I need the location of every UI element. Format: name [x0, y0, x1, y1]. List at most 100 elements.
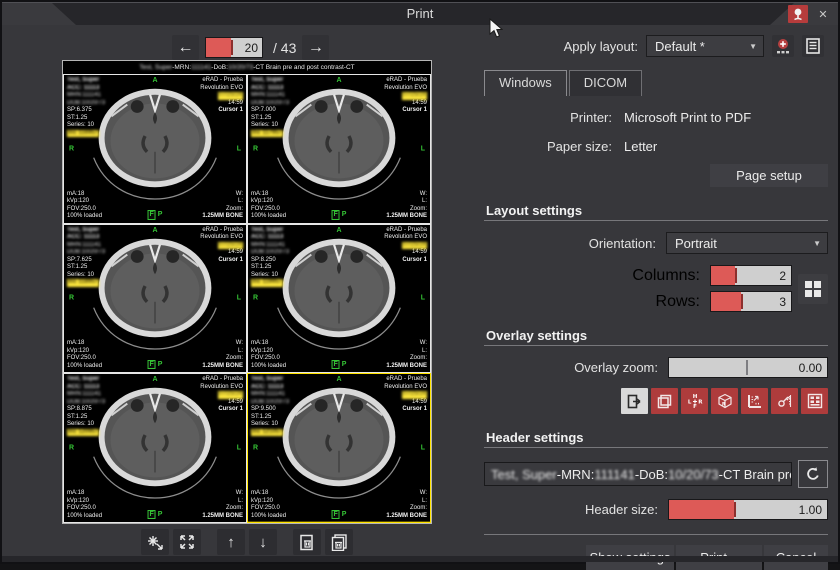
- overlay-zoom-slider[interactable]: 0.00: [668, 357, 828, 378]
- tab-windows[interactable]: Windows: [484, 70, 567, 96]
- svg-text:L: L: [687, 399, 691, 405]
- dropdown-chevron-icon: ▼: [813, 239, 821, 248]
- header-settings-section: Header settings Test, Super-MRN:111141-D…: [484, 430, 828, 520]
- grid-layout-icon: [804, 280, 822, 298]
- preview-cell[interactable]: Test, Super ACC: 11113 MRN:111141 DOB:10…: [63, 74, 247, 224]
- tab-bar: Windows DICOM: [484, 70, 828, 96]
- tab-dicom[interactable]: DICOM: [569, 70, 642, 96]
- delete-all-pages-button[interactable]: [325, 529, 353, 555]
- apply-layout-group: Apply layout: Default * ▼: [564, 35, 824, 57]
- dialog-title: Print: [2, 6, 838, 21]
- orientation-dropdown[interactable]: Portrait ▼: [666, 232, 828, 254]
- preview-cell[interactable]: Test, Super ACC: 11113 MRN:111141 DOB:10…: [63, 224, 247, 374]
- delete-page-button[interactable]: [293, 529, 321, 555]
- print-preview-page[interactable]: Test, Super-MRN:111141-DoB:10/20/73-CT B…: [62, 60, 432, 524]
- orientation-cube-icon: R: [717, 393, 733, 409]
- header-size-slider[interactable]: 1.00: [668, 499, 828, 520]
- exit-overlay-icon: [627, 394, 642, 409]
- svg-text:H: H: [692, 394, 697, 400]
- measure-key-toggle[interactable]: [771, 388, 798, 414]
- page-number-spinner[interactable]: 20: [205, 37, 263, 58]
- header-refresh-button[interactable]: [798, 460, 828, 488]
- close-button[interactable]: ✕: [814, 5, 832, 23]
- fit-to-screen-button[interactable]: [173, 529, 201, 555]
- rows-slider[interactable]: 3: [710, 291, 792, 312]
- move-page-down-button[interactable]: ↓: [249, 529, 277, 555]
- grid-table-toggle[interactable]: [801, 388, 828, 414]
- ct-slice-image: [248, 75, 430, 223]
- print-dialog: Print ✕ ← 20 / 43 →: [0, 0, 840, 564]
- next-page-button[interactable]: →: [302, 35, 329, 60]
- orientation-value: Portrait: [675, 236, 717, 251]
- columns-label: Columns:: [632, 267, 700, 285]
- corner-ruler-toggle[interactable]: [741, 388, 768, 414]
- orientation-letters-toggle[interactable]: H L R F: [681, 388, 708, 414]
- ct-slice-image: [248, 225, 430, 373]
- overlay-toggle-bar: H L R F R: [484, 388, 828, 414]
- header-size-value: 1.00: [799, 500, 822, 519]
- page-total: / 43: [273, 40, 296, 56]
- corner-ruler-icon: [747, 393, 763, 409]
- orientation-cube-toggle[interactable]: R: [711, 388, 738, 414]
- page-number-value: 20: [245, 38, 258, 57]
- preview-cell[interactable]: Test, Super ACC: 11113 MRN:111141 DOB:10…: [63, 373, 247, 523]
- refresh-icon: [805, 466, 821, 482]
- preview-cell[interactable]: Test, Super ACC: 11113 MRN:111141 DOB:10…: [247, 224, 431, 374]
- svg-text:R: R: [698, 399, 703, 405]
- preview-toolbar: ↑ ↓: [62, 529, 432, 555]
- stack-overlay-toggle[interactable]: [651, 388, 678, 414]
- grid-layout-button[interactable]: [798, 274, 828, 304]
- page-navigation: ← 20 / 43 →: [172, 35, 329, 60]
- fit-screen-icon: [179, 534, 195, 550]
- apply-layout-dropdown[interactable]: Default * ▼: [646, 35, 764, 57]
- prev-page-icon: ←: [178, 39, 194, 57]
- windowing-button[interactable]: [141, 529, 169, 555]
- layout-list-icon: [806, 38, 820, 54]
- preview-grid: Test, Super ACC: 11113 MRN:111141 DOB:10…: [63, 74, 431, 523]
- ct-slice-image: [64, 225, 246, 373]
- apply-layout-label: Apply layout:: [564, 39, 638, 54]
- paper-size-value: Letter: [624, 139, 657, 154]
- printer-label: Printer:: [484, 110, 612, 125]
- overlay-settings-title: Overlay settings: [486, 328, 828, 343]
- rows-value: 3: [779, 292, 786, 311]
- windowing-icon: [147, 534, 163, 550]
- layout-settings-title: Layout settings: [486, 203, 828, 218]
- header-settings-title: Header settings: [486, 430, 828, 445]
- ct-slice-image: [248, 374, 430, 522]
- orientation-letters-icon: H L R F: [687, 393, 703, 409]
- layout-list-button[interactable]: [802, 35, 824, 57]
- apply-layout-value: Default *: [655, 39, 705, 54]
- next-page-icon: →: [308, 39, 324, 57]
- page-setup-button[interactable]: Page setup: [710, 164, 828, 187]
- header-size-label: Header size:: [585, 502, 658, 517]
- delete-all-pages-icon: [331, 534, 348, 551]
- grid-table-icon: [807, 393, 823, 409]
- ct-slice-image: [64, 75, 246, 223]
- close-icon: ✕: [818, 8, 827, 21]
- ct-slice-image: [64, 374, 246, 522]
- delete-page-icon: [299, 534, 315, 551]
- preview-header-text: Test, Super-MRN:111141-DoB:10/20/73-CT B…: [63, 61, 431, 74]
- exit-overlay-toggle[interactable]: [621, 388, 648, 414]
- move-page-up-button[interactable]: ↑: [217, 529, 245, 555]
- pin-button[interactable]: [788, 5, 808, 23]
- preview-cell[interactable]: Test, Super ACC: 11113 MRN:111141 DOB:10…: [247, 74, 431, 224]
- add-layout-preset-button[interactable]: [772, 35, 794, 57]
- preview-cell[interactable]: Test, Super ACC: 11113 MRN:111141 DOB:10…: [247, 373, 431, 523]
- prev-page-button[interactable]: ←: [172, 35, 199, 60]
- add-layout-preset-icon: [775, 38, 791, 55]
- bottom-strip: [2, 556, 838, 562]
- header-text-field[interactable]: Test, Super-MRN:111141-DoB:10/20/73-CT B…: [484, 462, 792, 486]
- layout-settings-section: Layout settings Orientation: Portrait ▼ …: [484, 203, 828, 312]
- svg-text:R: R: [722, 402, 726, 408]
- settings-panel: Windows DICOM Printer: Microsoft Print t…: [484, 70, 828, 570]
- pin-icon: [792, 8, 804, 21]
- overlay-settings-section: Overlay settings Overlay zoom: 0.00: [484, 328, 828, 414]
- move-up-icon: ↑: [227, 534, 235, 551]
- columns-slider[interactable]: 2: [710, 265, 792, 286]
- overlay-zoom-label: Overlay zoom:: [574, 360, 658, 375]
- orientation-label: Orientation:: [589, 236, 656, 251]
- titlebar: Print ✕: [2, 2, 838, 25]
- measure-key-icon: [777, 393, 793, 409]
